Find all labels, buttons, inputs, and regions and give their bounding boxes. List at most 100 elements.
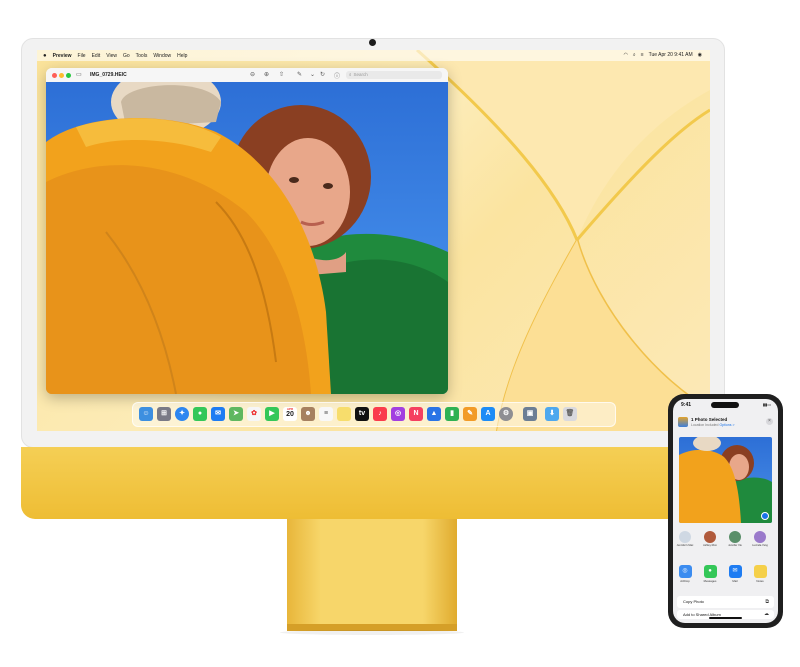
avatar	[704, 531, 716, 543]
dynamic-island	[711, 402, 739, 408]
zoom-window-button[interactable]	[66, 73, 71, 78]
spotlight-icon[interactable]: ⌕	[633, 52, 636, 58]
dock-keynote-icon[interactable]: ▲	[427, 407, 441, 421]
menu-edit[interactable]: Edit	[92, 53, 101, 59]
avatar	[754, 531, 766, 543]
calendar-day: 20	[286, 411, 294, 418]
menu-bar: ● Preview File Edit View Go Tools Window…	[37, 50, 710, 61]
menu-view[interactable]: View	[106, 53, 117, 59]
minimize-window-button[interactable]	[59, 73, 64, 78]
dock-finder-icon[interactable]: ☺	[139, 407, 153, 421]
dock-mail-icon[interactable]: ✉	[211, 407, 225, 421]
share-sheet-title: 1 Photo Selected	[691, 417, 728, 422]
rotate-icon[interactable]: ↻	[320, 71, 325, 78]
photo-preview-image	[679, 437, 772, 523]
dock-preview-icon[interactable]: ▣	[523, 407, 537, 421]
dock-podcasts-icon[interactable]: ◎	[391, 407, 405, 421]
info-icon[interactable]: ⓘ	[334, 71, 340, 80]
menu-window[interactable]: Window	[153, 53, 171, 59]
app-label: Mail	[732, 579, 738, 583]
dock-photos-icon[interactable]: ✿	[247, 407, 261, 421]
options-link[interactable]: Options >	[719, 423, 734, 427]
share-app-mail[interactable]: ✉ Mail	[725, 565, 745, 583]
apple-menu-icon[interactable]: ●	[43, 53, 47, 59]
copy-icon: ⧉	[765, 599, 769, 605]
share-people-row: Jennifer's Mac Ashley Rico Jennifer Xiu …	[673, 531, 778, 557]
dock-launchpad-icon[interactable]: ⊞	[157, 407, 171, 421]
shared-photo-preview[interactable]	[679, 437, 772, 523]
camera	[369, 39, 376, 46]
dock-maps-icon[interactable]: ➤	[229, 407, 243, 421]
dock-calendar-icon[interactable]: APR 20	[283, 407, 297, 421]
dock-pages-icon[interactable]: ✎	[463, 407, 477, 421]
share-icon[interactable]: ⇧	[279, 71, 284, 78]
share-target-person[interactable]: Jennifer's Mac	[675, 531, 695, 547]
zoom-out-icon[interactable]: ⊖	[250, 71, 255, 78]
avatar	[729, 531, 741, 543]
search-placeholder: Search	[353, 72, 368, 77]
close-icon[interactable]: ×	[766, 418, 773, 425]
dock-news-icon[interactable]: N	[409, 407, 423, 421]
zoom-in-icon[interactable]: ⊕	[264, 71, 269, 78]
person-name: Jennifer's Mac	[676, 544, 694, 547]
home-indicator	[709, 617, 742, 619]
dock-music-icon[interactable]: ♪	[373, 407, 387, 421]
preview-window: ▭ IMG_0729.HEIC ⊖ ⊕ ⇧ ✎ ⌄ ↻ ⓘ ⌕ Search	[46, 68, 448, 394]
dock-facetime-icon[interactable]: ▶	[265, 407, 279, 421]
control-center-icon[interactable]: ≡	[641, 52, 644, 58]
action-label: Copy Photo	[683, 599, 704, 604]
dock-reminders-icon[interactable]: ≡	[319, 407, 333, 421]
menu-help[interactable]: Help	[177, 53, 187, 59]
app-label: Messages	[703, 579, 717, 583]
menu-app-name[interactable]: Preview	[53, 53, 72, 59]
portrait-photo	[46, 82, 448, 394]
airdrop-icon: ◎	[678, 565, 692, 578]
share-target-person[interactable]: Ashley Rico	[700, 531, 720, 547]
close-window-button[interactable]	[52, 73, 57, 78]
share-app-airdrop[interactable]: ◎ AirDrop	[675, 565, 695, 583]
search-icon: ⌕	[349, 72, 352, 77]
menubar-clock[interactable]: Tue Apr 20 9:41 AM	[649, 52, 693, 58]
imac-stand	[287, 519, 457, 631]
dock-downloads-icon[interactable]: ⬇	[545, 407, 559, 421]
menu-file[interactable]: File	[78, 53, 86, 59]
photo-canvas[interactable]	[46, 82, 448, 394]
photo-thumbnail	[678, 417, 688, 427]
dock-app-store-icon[interactable]: A	[481, 407, 495, 421]
share-app-messages[interactable]: ● Messages	[700, 565, 720, 583]
imac-screen: ● Preview File Edit View Go Tools Window…	[37, 50, 710, 431]
shared-album-icon: ☁	[764, 611, 769, 617]
window-titlebar[interactable]: ▭ IMG_0729.HEIC ⊖ ⊕ ⇧ ✎ ⌄ ↻ ⓘ ⌕ Search	[46, 68, 448, 83]
dock-numbers-icon[interactable]: ▮	[445, 407, 459, 421]
sidebar-icon[interactable]: ▭	[76, 71, 82, 78]
dock-system-preferences-icon[interactable]: ⚙	[499, 407, 513, 421]
share-app-notes[interactable]: Notes	[750, 565, 770, 583]
dock-safari-icon[interactable]: ✦	[175, 407, 189, 421]
wifi-icon[interactable]: ◠	[624, 52, 628, 58]
dock-tv-icon[interactable]: tv	[355, 407, 369, 421]
mac-avatar-icon	[679, 531, 691, 543]
person-name: Lucinda Yang	[752, 544, 768, 547]
window-title: IMG_0729.HEIC	[90, 72, 127, 78]
person-name: Ashley Rico	[703, 544, 717, 547]
siri-icon[interactable]: ◉	[698, 52, 702, 58]
share-target-person[interactable]: Lucinda Yang	[750, 531, 770, 547]
menu-tools[interactable]: Tools	[136, 53, 148, 59]
notes-icon	[753, 565, 767, 578]
mail-icon: ✉	[728, 565, 742, 578]
stand-shadow	[280, 630, 464, 635]
chevron-down-icon[interactable]: ⌄	[310, 71, 315, 78]
dock-messages-icon[interactable]: ●	[193, 407, 207, 421]
selected-checkmark-icon	[761, 512, 769, 520]
share-sheet-subtitle: Location Included Options >	[691, 423, 735, 427]
dock-trash-icon[interactable]: 🗑	[563, 407, 577, 421]
markup-icon[interactable]: ✎	[297, 71, 302, 78]
app-label: AirDrop	[680, 579, 690, 583]
menu-go[interactable]: Go	[123, 53, 130, 59]
dock-notes-icon[interactable]	[337, 407, 351, 421]
search-input[interactable]: ⌕ Search	[346, 71, 442, 79]
dock-contacts-icon[interactable]: ☻	[301, 407, 315, 421]
share-target-person[interactable]: Jennifer Xiu	[725, 531, 745, 547]
app-label: Notes	[756, 579, 764, 583]
copy-photo-action[interactable]: Copy Photo ⧉	[677, 596, 774, 608]
